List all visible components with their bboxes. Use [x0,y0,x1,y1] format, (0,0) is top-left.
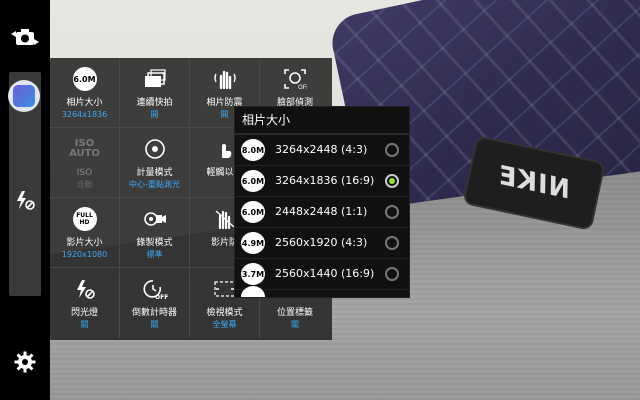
setting-value: 關 [150,320,159,329]
setting-flash[interactable]: 閃光燈 關 [50,268,120,338]
setting-value: 全螢幕 [212,320,237,329]
setting-label: 相片大小 [66,98,103,108]
popup-title: 相片大小 [235,107,409,135]
camera-mode-button[interactable] [8,80,40,112]
metering-icon [144,139,165,159]
setting-iso[interactable]: ISO AUTO ISO 自動 [50,128,120,198]
left-control-bar [0,0,50,400]
iso-auto-icon: ISO AUTO [69,138,100,159]
setting-value: 關 [291,320,299,329]
res-label: 2560x1440 (16:9) [275,267,375,280]
setting-label: 計量模式 [136,168,173,178]
setting-value: 標準 [146,250,163,259]
flash-off-icon [76,280,95,299]
setting-value: 自動 [76,180,93,189]
tap-shot-icon [221,144,231,158]
burst-shot-icon [144,69,166,87]
setting-value: 1920x1080 [61,250,108,259]
timer-off-icon: OFF [142,280,168,300]
flash-off-icon[interactable] [5,180,45,220]
photo-size-popup: 相片大小 8.0M 3264x2448 (4:3) 6.0M 3264x1836… [234,106,410,298]
setting-metering[interactable]: 計量模式 中心-重點測光 [120,128,190,198]
setting-value: 開 [150,110,159,119]
setting-value: 3264x1836 [61,110,108,119]
res-label: 2560x1920 (4:3) [275,236,368,249]
radio-button[interactable] [385,267,399,281]
anti-shake-icon [213,70,236,90]
res-badge: 8.0M [241,139,265,161]
video-record-icon [143,212,166,226]
svg-text:OFF: OFF [155,294,168,300]
res-option-3-7m[interactable]: 3.7M 2560x1440 (16:9) [235,259,409,290]
res-label: 2448x2448 (1:1) [275,205,368,218]
setting-label: 影片大小 [66,238,103,248]
setting-label: 檢視模式 [206,308,243,318]
setting-label: 錄製模式 [136,238,173,248]
setting-timer[interactable]: OFF 倒數計時器 關 [120,268,190,338]
res-option-6m-169[interactable]: 6.0M 3264x1836 (16:9) [235,166,409,197]
radio-button[interactable] [385,236,399,250]
res-option-6m-11[interactable]: 6.0M 2448x2448 (1:1) [235,197,409,228]
res-label: 3264x2448 (4:3) [275,143,368,156]
setting-label: 連續快拍 [136,98,173,108]
res-badge: 3.7M [241,263,265,285]
setting-value: 關 [80,320,89,329]
camera-switch-icon[interactable] [5,18,45,58]
radio-button[interactable] [385,143,399,157]
setting-label: 倒數計時器 [131,308,177,318]
setting-label: 位置標籤 [276,308,313,318]
tag-text: NIKE [495,160,573,206]
res-badge: 6.0M [241,170,265,192]
setting-photo-size[interactable]: 6.0M 相片大小 3264x1836 [50,58,120,128]
res-option-4-9m[interactable]: 4.9M 2560x1920 (4:3) [235,228,409,259]
photo-size-badge: 6.0M [72,67,97,91]
svg-text:OFF: OFF [298,84,307,90]
video-stabilize-icon [215,210,234,230]
radio-button-selected[interactable] [385,174,399,188]
res-badge: 6.0M [241,201,265,223]
setting-burst[interactable]: 連續快拍 開 [120,58,190,128]
setting-record-mode[interactable]: 錄製模式 標準 [120,198,190,268]
setting-video-size[interactable]: FULL HD 影片大小 1920x1080 [50,198,120,268]
view-mode-icon [213,281,236,297]
setting-label: 閃光燈 [70,308,98,318]
radio-button[interactable] [385,205,399,219]
camera-mode-icon [13,85,35,107]
res-option-partial[interactable] [235,286,409,297]
res-label: 3264x1836 (16:9) [275,174,375,187]
setting-value: 中心-重點測光 [129,180,180,189]
res-option-8m[interactable]: 8.0M 3264x2448 (4:3) [235,135,409,166]
setting-label: ISO [76,168,93,178]
full-hd-icon: FULL HD [72,207,97,231]
res-badge: 4.9M [241,232,265,254]
face-detection-icon: OFF [284,69,307,90]
gear-icon[interactable] [5,342,45,382]
